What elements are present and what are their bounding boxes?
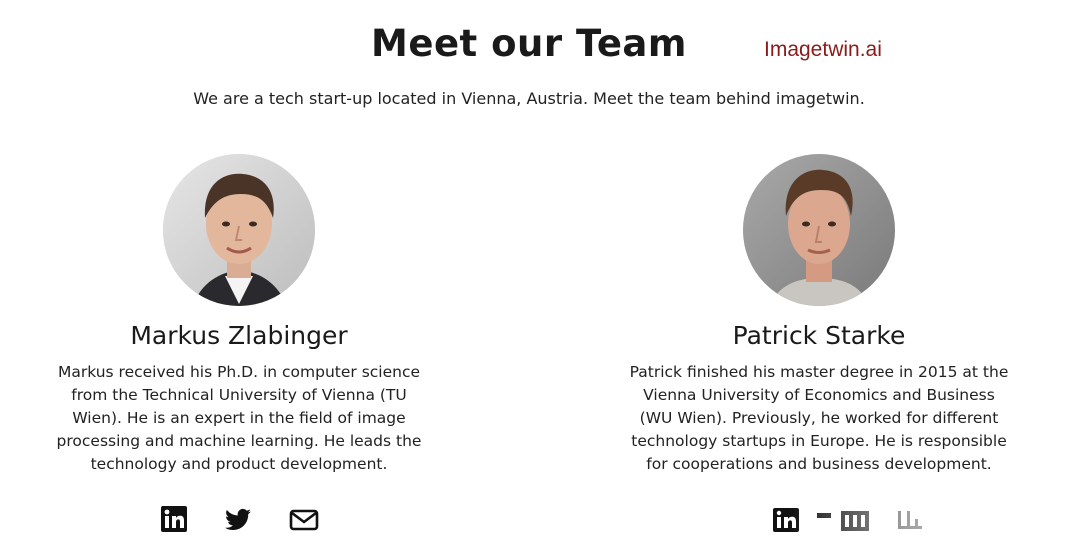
team-member-card-markus: Markus Zlabinger Markus received his Ph.…	[19, 0, 459, 560]
linkedin-icon[interactable]	[160, 505, 190, 535]
bio-line: from the Technical University of Vienna …	[71, 386, 407, 404]
member-bio: Markus received his Ph.D. in computer sc…	[27, 361, 451, 476]
bio-line: processing and machine learning. He lead…	[56, 432, 422, 450]
bio-line: Patrick finished his master degree in 20…	[629, 363, 1009, 381]
mail-icon[interactable]	[289, 505, 319, 535]
member-bio: Patrick finished his master degree in 20…	[607, 361, 1031, 476]
portrait-image	[743, 154, 895, 306]
twitter-icon[interactable]	[223, 505, 253, 535]
bio-line: technology startups in Europe. He is res…	[631, 432, 1007, 450]
bio-line: Wien). He is an expert in the field of i…	[72, 409, 406, 427]
image-fade-overlay	[790, 488, 1080, 560]
bio-line: for cooperations and business developmen…	[646, 455, 992, 473]
member-photo	[163, 154, 315, 306]
bio-line: Markus received his Ph.D. in computer sc…	[57, 363, 421, 381]
bio-line: Vienna University of Economics and Busin…	[643, 386, 995, 404]
member-name: Patrick Starke	[732, 321, 906, 350]
portrait-image	[163, 154, 315, 306]
bio-line: (WU Wien). Previously, he worked for dif…	[639, 409, 999, 427]
social-links	[19, 505, 459, 535]
member-name: Markus Zlabinger	[130, 321, 348, 350]
bio-line: technology and product development.	[90, 455, 388, 473]
member-photo	[743, 154, 895, 306]
team-member-card-patrick: Patrick Starke Patrick finished his mast…	[599, 0, 1039, 560]
